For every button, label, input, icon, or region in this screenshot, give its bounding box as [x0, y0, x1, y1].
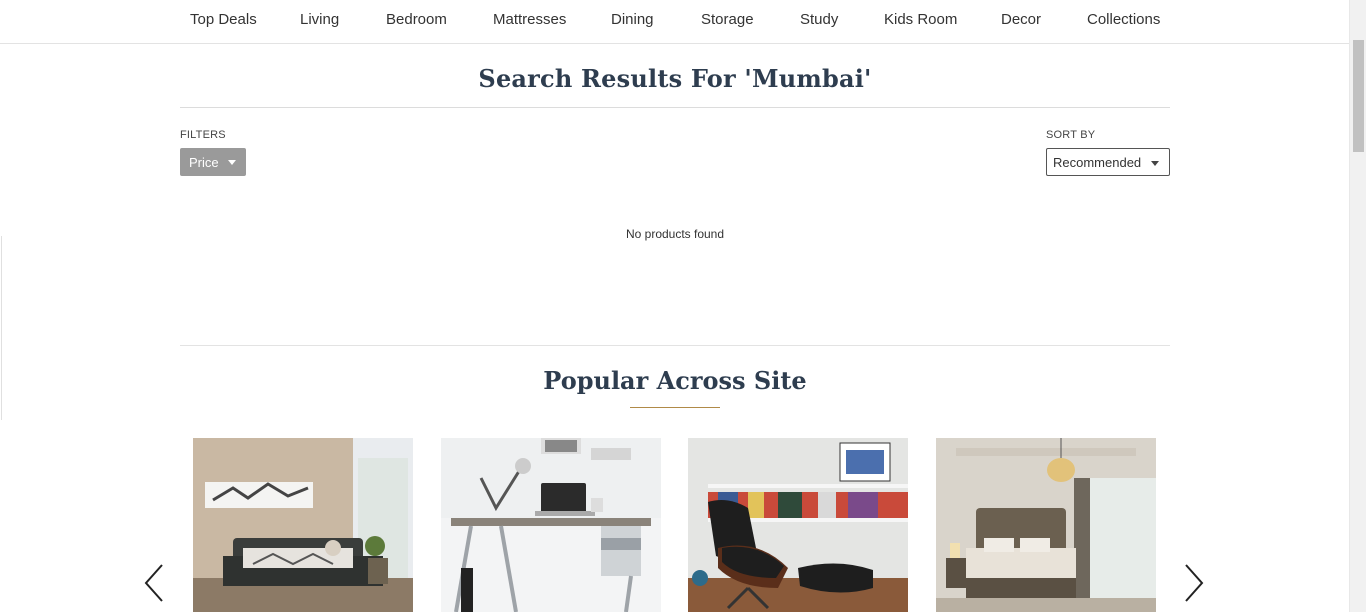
product-card-bedroom[interactable]: [936, 438, 1156, 612]
nav-item-decor[interactable]: Decor: [1001, 11, 1041, 28]
product-card-study-desk[interactable]: [441, 438, 661, 612]
nav-item-study[interactable]: Study: [800, 11, 838, 28]
nav-item-mattresses[interactable]: Mattresses: [493, 11, 566, 28]
nav-item-dining[interactable]: Dining: [611, 11, 654, 28]
page-scrollbar[interactable]: [1349, 0, 1366, 612]
search-results-title: Search Results For 'Mumbai': [478, 64, 872, 93]
price-filter-button[interactable]: Price: [180, 148, 246, 176]
product-card-bed[interactable]: [193, 438, 413, 612]
caret-down-icon: [1151, 161, 1159, 166]
popular-section-title: Popular Across Site: [543, 366, 807, 395]
filters-label: FILTERS: [180, 129, 226, 141]
title-underline: [630, 407, 720, 408]
nav-item-top-deals[interactable]: Top Deals: [190, 11, 257, 28]
carousel-next-arrow-icon[interactable]: [1182, 563, 1206, 603]
study-desk-image: [441, 438, 661, 612]
sort-by-label: SORT BY: [1046, 129, 1096, 141]
side-edge-divider: [0, 236, 2, 420]
nav-item-collections[interactable]: Collections: [1087, 11, 1160, 28]
bed-image: [193, 438, 413, 612]
divider: [180, 107, 1170, 108]
lounge-chair-image: [688, 438, 908, 612]
product-card-lounge-chair[interactable]: [688, 438, 908, 612]
carousel-prev-arrow-icon[interactable]: [142, 563, 166, 603]
caret-down-icon: [228, 160, 236, 165]
top-navigation: Top Deals Living Bedroom Mattresses Dini…: [0, 0, 1349, 44]
nav-item-kids-room[interactable]: Kids Room: [884, 11, 957, 28]
nav-item-bedroom[interactable]: Bedroom: [386, 11, 447, 28]
bedroom-image: [936, 438, 1156, 612]
no-products-message: No products found: [625, 227, 725, 241]
sort-by-select[interactable]: Recommended: [1046, 148, 1170, 176]
scrollbar-thumb[interactable]: [1353, 40, 1364, 152]
nav-item-living[interactable]: Living: [300, 11, 339, 28]
price-filter-label: Price: [189, 155, 219, 170]
sort-selected-value: Recommended: [1053, 155, 1142, 170]
nav-item-storage[interactable]: Storage: [701, 11, 754, 28]
divider: [180, 345, 1170, 346]
